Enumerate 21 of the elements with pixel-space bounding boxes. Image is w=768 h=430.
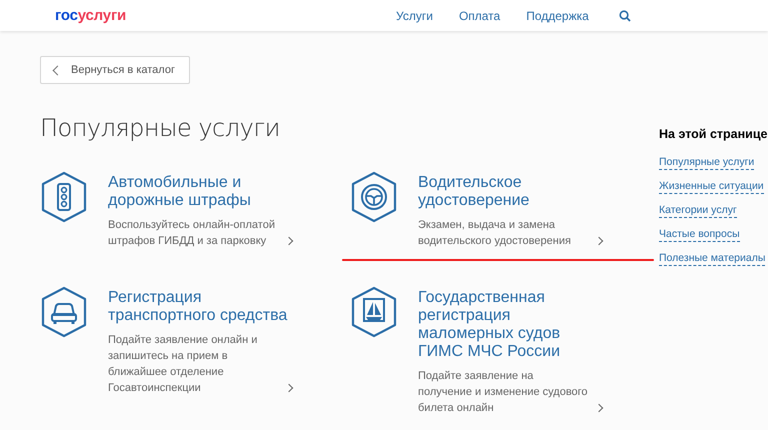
logo[interactable]: госуслуги: [55, 7, 126, 24]
service-description: Воспользуйтесь онлайн-оплатой штрафов ГИБДД и за парковку: [108, 218, 276, 249]
nav-link[interactable]: Поддержка: [526, 8, 589, 22]
sidebar-link[interactable]: Категории услуг: [659, 204, 737, 218]
search-icon[interactable]: [618, 10, 631, 22]
nav-link[interactable]: Оплата: [458, 8, 500, 22]
sidebar-title: На этой странице: [659, 127, 768, 141]
service-title[interactable]: Регистрация транспортного средства: [108, 289, 293, 325]
nav-link[interactable]: Услуги: [396, 8, 433, 22]
service-title[interactable]: Государственная регистрация маломерных судов ГИМС МЧС России: [418, 289, 603, 361]
sidebar-link[interactable]: Жизненные ситуации: [659, 180, 764, 194]
service-description: Подайте заявление онлайн и запишитесь на прием в ближайшее отделение Госавтоинспекции: [108, 333, 258, 396]
service-title[interactable]: Автомобильные и дорожные штрафы: [108, 174, 293, 210]
back-button[interactable]: Вернуться в каталог: [40, 56, 190, 84]
section-title: Популярные услуги: [40, 114, 281, 142]
sidebar-link[interactable]: Частые вопросы: [659, 228, 740, 242]
service-description: Подайте заявление на получение и изменение судового билета онлайн: [418, 369, 589, 416]
service-title[interactable]: Водительское удостоверение: [418, 174, 603, 210]
sidebar-link[interactable]: Популярные услуги: [659, 156, 754, 170]
sidebar-link[interactable]: Полезные материалы: [659, 252, 766, 266]
service-description: Экзамен, выдача и замена водительского удостоверения: [418, 218, 572, 249]
